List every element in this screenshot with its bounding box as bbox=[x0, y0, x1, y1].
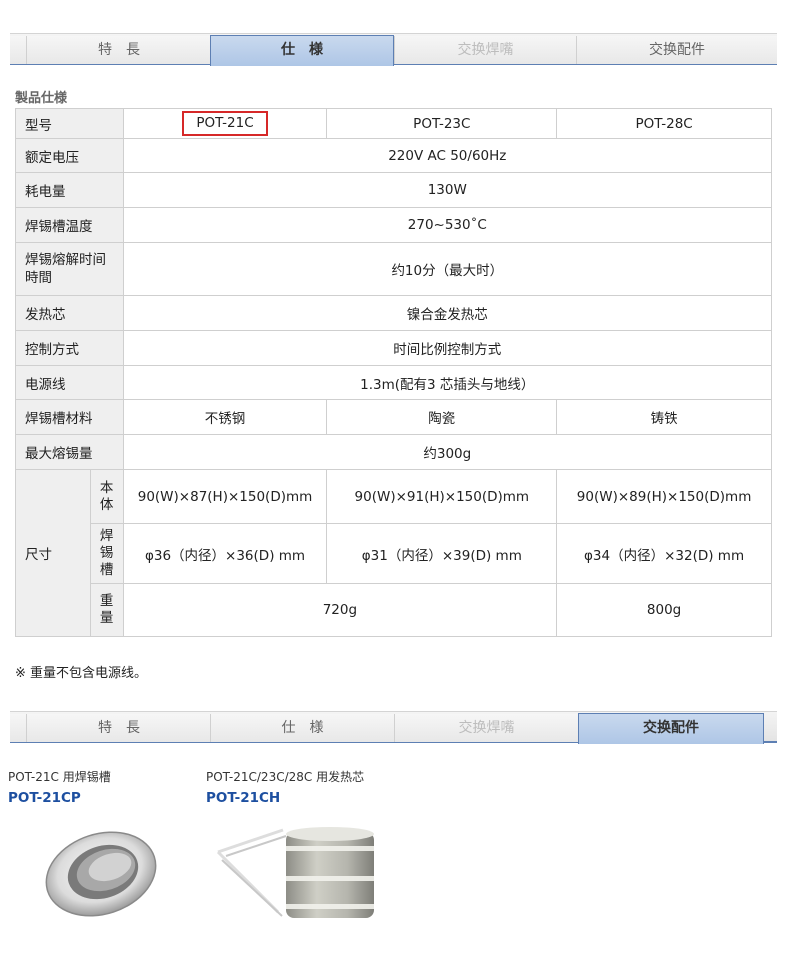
spec-row-size-pot: 焊 锡 槽 φ36（内径）×36(D) mm φ31（内径）×39(D) mm … bbox=[16, 523, 772, 584]
tab-specs[interactable]: 仕 様 bbox=[210, 714, 394, 742]
row-label: 发热芯 bbox=[15, 295, 124, 331]
weight-cell: 800g bbox=[556, 583, 772, 637]
size-cell: 90(W)×87(H)×150(D)mm bbox=[122, 469, 328, 524]
spec-row-heater: 发热芯 镍合金发热芯 bbox=[15, 295, 773, 331]
tab-bar-lead bbox=[10, 36, 26, 64]
pot-cell: φ36（内径）×36(D) mm bbox=[122, 523, 328, 584]
model-highlight: POT-21C bbox=[182, 111, 268, 136]
sub-label-char: 体 bbox=[99, 496, 114, 513]
row-value: 270~530˚C bbox=[122, 207, 773, 243]
sub-label-char: 焊 bbox=[99, 528, 114, 544]
spec-row-size-body: 尺寸 本 体 90(W)×87(H)×150(D)mm 90(W)×91(H)×… bbox=[15, 469, 772, 637]
bottom-tab-bar: 特 長 仕 様 交换焊嘴 交换配件 bbox=[10, 711, 777, 744]
model-cell: POT-21C bbox=[122, 108, 328, 139]
row-value: 时间比例控制方式 bbox=[122, 330, 773, 366]
tab-features[interactable]: 特 長 bbox=[26, 714, 211, 742]
pot-cell: φ34（内径）×32(D) mm bbox=[556, 523, 772, 584]
row-label: 额定电压 bbox=[15, 138, 124, 173]
accessory-caption: POT-21C/23C/28C 用发热芯 bbox=[206, 770, 365, 784]
size-cell: 90(W)×91(H)×150(D)mm bbox=[326, 469, 558, 524]
row-label: 电源线 bbox=[15, 365, 124, 400]
model-cell: POT-28C bbox=[556, 108, 772, 139]
material-cell: 陶瓷 bbox=[326, 399, 558, 435]
accessory-item: POT-21C 用焊锡槽 POT-21CP bbox=[8, 768, 111, 806]
model-cell: POT-23C bbox=[326, 108, 558, 139]
size-label: 尺寸 bbox=[15, 469, 91, 637]
spec-row-voltage: 额定电压 220V AC 50/60Hz bbox=[15, 138, 773, 173]
row-value: 130W bbox=[122, 172, 773, 208]
accessory-caption: POT-21C 用焊锡槽 bbox=[8, 770, 111, 784]
sub-label-char: 锡 bbox=[99, 545, 114, 561]
heater-core-image bbox=[216, 827, 374, 918]
material-cell: 不锈钢 bbox=[122, 399, 328, 435]
tab-features[interactable]: 特 長 bbox=[26, 36, 211, 64]
top-tab-bar: 特 長 仕 様 交换焊嘴 交换配件 bbox=[10, 33, 777, 66]
solder-pot-ring-image bbox=[45, 831, 157, 917]
spec-row-weight: 重 量 720g 800g bbox=[16, 583, 772, 637]
spec-row-power-cord: 电源线 1.3m(配有3 芯插头与地线） bbox=[15, 365, 773, 400]
sub-label-weight: 重 量 bbox=[89, 583, 124, 637]
sub-label-pot: 焊 锡 槽 bbox=[89, 523, 124, 584]
row-label: 焊锡槽温度 bbox=[15, 207, 124, 243]
spec-table: 型号 POT-21C POT-23C POT-28C 额定电压 220V AC … bbox=[15, 108, 773, 637]
row-label: 耗电量 bbox=[15, 172, 124, 208]
sub-label-char: 槽 bbox=[99, 562, 114, 578]
material-cell: 铸铁 bbox=[556, 399, 772, 435]
weight-cell: 720g bbox=[122, 583, 558, 637]
tab-accessories[interactable]: 交换配件 bbox=[576, 36, 777, 64]
spec-row-power: 耗电量 130W bbox=[15, 172, 773, 208]
tab-replacement-tips[interactable]: 交换焊嘴 bbox=[394, 36, 576, 64]
accessory-code[interactable]: POT-21CP bbox=[8, 790, 111, 806]
spec-row-melt-time: 焊锡熔解时间 時間 约10分（最大时） bbox=[15, 242, 773, 296]
row-label: 焊锡熔解时间 時間 bbox=[15, 242, 124, 296]
weight-note: ※ 重量不包含电源线。 bbox=[15, 666, 148, 681]
row-value: 约10分（最大时） bbox=[122, 242, 773, 296]
spec-row-temperature: 焊锡槽温度 270~530˚C bbox=[15, 207, 773, 243]
sub-label-char: 重 bbox=[99, 593, 114, 609]
spec-row-material: 焊锡槽材料 不锈钢 陶瓷 铸铁 bbox=[15, 399, 772, 435]
row-label: 焊锡槽材料 bbox=[15, 399, 124, 435]
row-value: 1.3m(配有3 芯插头与地线） bbox=[122, 365, 773, 400]
row-label-line: 時間 bbox=[25, 270, 52, 286]
size-cell: 90(W)×89(H)×150(D)mm bbox=[556, 469, 772, 524]
spec-row-capacity: 最大熔锡量 约300g bbox=[15, 434, 773, 470]
sub-label-char: 量 bbox=[99, 610, 114, 626]
tab-accessories[interactable]: 交换配件 bbox=[578, 713, 764, 744]
sub-label-char: 本 bbox=[99, 479, 114, 496]
row-label: 最大熔锡量 bbox=[15, 434, 124, 470]
pot-cell: φ31（内径）×39(D) mm bbox=[326, 523, 558, 584]
row-label: 控制方式 bbox=[15, 330, 124, 366]
row-value: 220V AC 50/60Hz bbox=[122, 138, 773, 173]
spec-section-title: 製品仕様 bbox=[15, 91, 68, 106]
spec-row-model: 型号 POT-21C POT-23C POT-28C bbox=[15, 108, 772, 139]
spec-row-control: 控制方式 时间比例控制方式 bbox=[15, 330, 773, 366]
accessory-code[interactable]: POT-21CH bbox=[206, 790, 364, 806]
row-value: 镍合金发热芯 bbox=[122, 295, 773, 331]
row-value: 约300g bbox=[122, 434, 773, 470]
row-label-line: 焊锡熔解时间 bbox=[25, 252, 106, 268]
tab-specs[interactable]: 仕 様 bbox=[210, 35, 394, 66]
tab-replacement-tips[interactable]: 交换焊嘴 bbox=[394, 714, 578, 742]
tab-bar-lead bbox=[10, 714, 26, 742]
sub-label-body: 本 体 bbox=[89, 469, 124, 524]
accessory-item: POT-21C/23C/28C 用发热芯 POT-21CH bbox=[206, 768, 364, 806]
row-label: 型号 bbox=[15, 108, 124, 139]
